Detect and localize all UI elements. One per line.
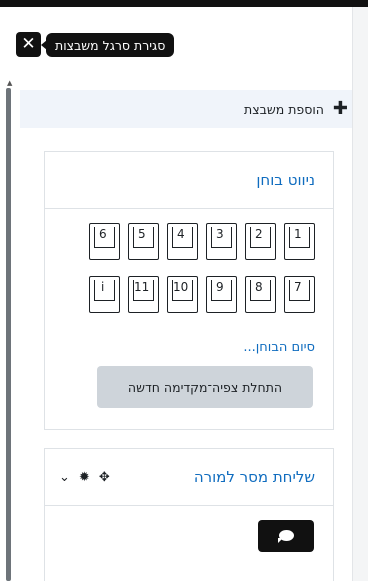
chevron-down-icon[interactable]: ⌄ [59, 470, 70, 485]
question-button-11[interactable]: 11 [128, 276, 159, 313]
question-button-8[interactable]: 8 [245, 276, 276, 313]
close-icon: ✕ [21, 34, 36, 54]
question-number: 4 [177, 227, 185, 241]
drawer-scrollbar[interactable] [6, 88, 11, 581]
question-number: 7 [294, 280, 302, 294]
send-message-block: שליחת מסר למורה ⌄ ✹ ✥ [44, 448, 334, 581]
question-button-1[interactable]: 1 [284, 223, 315, 260]
question-number: i [101, 280, 105, 294]
plus-icon: ✚ [332, 98, 348, 119]
question-number: 5 [138, 227, 146, 241]
question-number: 3 [216, 227, 224, 241]
add-block-link[interactable]: ✚ הוספת משבצת [244, 98, 348, 120]
finish-attempt-link[interactable]: סיום הבוחן... [243, 340, 315, 355]
question-button-3[interactable]: 3 [206, 223, 237, 260]
question-number: 1 [294, 227, 302, 241]
question-row-2: 7 8 9 10 11 i [83, 276, 315, 313]
close-drawer-button[interactable]: ✕ [16, 32, 41, 57]
add-block-label: הוספת משבצת [244, 101, 324, 117]
send-message-header: שליחת מסר למורה ⌄ ✹ ✥ [45, 449, 333, 506]
send-message-title: שליחת מסר למורה [193, 468, 315, 486]
close-drawer-tooltip: סגירת סרגל משבצות [46, 33, 175, 57]
question-number: 11 [134, 280, 150, 294]
page-edge [352, 7, 368, 581]
quiz-navigation-title: ניווט בוחן [256, 171, 315, 189]
move-icon[interactable]: ✥ [99, 470, 110, 485]
block-actions: ⌄ ✹ ✥ [59, 470, 110, 485]
question-button-5[interactable]: 5 [128, 223, 159, 260]
chat-bubble-tail [278, 538, 283, 543]
question-button-2[interactable]: 2 [245, 223, 276, 260]
info-item-button[interactable]: i [89, 276, 120, 313]
question-button-10[interactable]: 10 [167, 276, 198, 313]
question-number: 6 [99, 227, 107, 241]
question-number: 9 [216, 280, 224, 294]
quiz-navigation-header: ניווט בוחן [45, 152, 333, 209]
quiz-navigation-block: ניווט בוחן 1 2 3 4 5 6 7 8 9 10 11 i סיו… [44, 151, 334, 430]
scroll-up-arrow-icon[interactable]: ▲ [7, 80, 12, 87]
send-message-button[interactable] [258, 520, 314, 552]
question-button-6[interactable]: 6 [89, 223, 120, 260]
question-number: 10 [173, 280, 189, 294]
question-button-7[interactable]: 7 [284, 276, 315, 313]
question-button-4[interactable]: 4 [167, 223, 198, 260]
gear-icon[interactable]: ✹ [79, 470, 90, 485]
question-button-9[interactable]: 9 [206, 276, 237, 313]
question-row-1: 1 2 3 4 5 6 [83, 223, 315, 260]
top-bar [0, 0, 368, 7]
question-number: 2 [255, 227, 263, 241]
question-number: 8 [255, 280, 263, 294]
start-new-preview-button[interactable]: התחלת צפיה־מקדימה חדשה [97, 366, 313, 408]
